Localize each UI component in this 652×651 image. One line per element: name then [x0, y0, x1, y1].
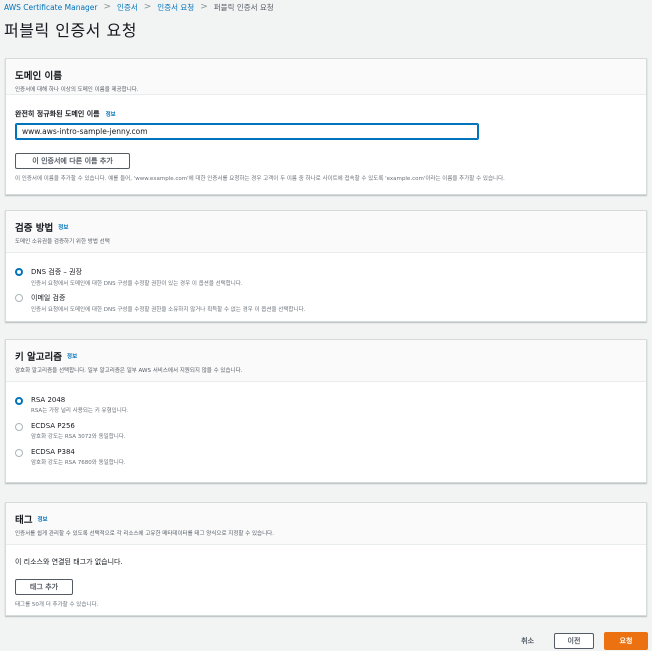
form-actions: 취소 이전 요청 — [511, 632, 648, 650]
dns-validation-radio[interactable] — [15, 268, 23, 276]
tags-title: 태그 — [15, 515, 33, 526]
ecdsa-p384-option[interactable]: ECDSA P384 암호화 강도는 RSA 7680와 동일합니다. — [15, 448, 126, 466]
ecdsa-p256-radio[interactable] — [15, 423, 23, 431]
email-validation-option[interactable]: 이메일 검증 인증서 요청에서 도메인에 대한 DNS 구성을 수정할 권한을 … — [15, 293, 305, 313]
tags-info-link[interactable]: 정보 — [37, 515, 47, 523]
breadcrumb-acm[interactable]: AWS Certificate Manager — [4, 3, 98, 12]
email-validation-desc: 인증서 요청에서 도메인에 대한 DNS 구성을 수정할 권한을 소유하지 않거… — [31, 307, 306, 313]
breadcrumb-request-certificate[interactable]: 인증서 요청 — [157, 2, 194, 13]
domain-names-header: 도메인 이름 인증서에 대해 하나 이상의 도메인 이름을 제공합니다. — [6, 59, 646, 95]
domain-names-description: 인증서에 대해 하나 이상의 도메인 이름을 제공합니다. — [15, 87, 139, 93]
cancel-button[interactable]: 취소 — [511, 636, 544, 646]
key-algorithm-info-link[interactable]: 정보 — [67, 352, 77, 360]
request-button[interactable]: 요청 — [604, 632, 648, 650]
tags-header: 태그 정보 인증서를 쉽게 관리할 수 있도록 선택적으로 각 리소스에 고유한… — [6, 503, 646, 545]
fqdn-label: 완전히 정규화된 도메인 이름 — [15, 110, 100, 118]
rsa-2048-radio[interactable] — [15, 397, 23, 405]
rsa-2048-desc: RSA는 가장 널리 사용되는 키 유형입니다. — [31, 408, 129, 414]
page-title: 퍼블릭 인증서 요청 — [4, 21, 137, 40]
breadcrumb-separator-icon: > — [103, 2, 112, 12]
tags-description: 인증서를 쉽게 관리할 수 있도록 선택적으로 각 리소스에 고유한 메타데이터… — [15, 531, 274, 537]
tags-panel: 태그 정보 인증서를 쉽게 관리할 수 있도록 선택적으로 각 리소스에 고유한… — [5, 502, 647, 616]
key-algorithm-description: 암호화 알고리즘을 선택합니다. 일부 알고리즘은 일부 AWS 서비스에서 지… — [15, 368, 243, 374]
breadcrumb-current: 퍼블릭 인증서 요청 — [213, 2, 274, 12]
validation-method-panel: 검증 방법 정보 도메인 소유권을 검증하기 위한 방법 선택 DNS 검증 –… — [5, 210, 647, 322]
validation-method-header: 검증 방법 정보 도메인 소유권을 검증하기 위한 방법 선택 — [6, 211, 646, 253]
add-another-name-button[interactable]: 이 인증서에 다른 이름 추가 — [15, 153, 130, 169]
ecdsa-p384-radio[interactable] — [15, 449, 23, 457]
add-tag-button[interactable]: 태그 추가 — [15, 579, 73, 595]
rsa-2048-label: RSA 2048 — [31, 396, 66, 404]
breadcrumb-certificates[interactable]: 인증서 — [117, 2, 138, 13]
key-algorithm-panel: 키 알고리즘 정보 암호화 알고리즘을 선택합니다. 일부 알고리즘은 일부 A… — [5, 339, 647, 483]
key-algorithm-title: 키 알고리즘 — [15, 352, 63, 363]
email-validation-label: 이메일 검증 — [31, 294, 66, 302]
dns-validation-label: DNS 검증 – 권장 — [31, 268, 83, 276]
ecdsa-p384-label: ECDSA P384 — [31, 448, 75, 456]
validation-method-description: 도메인 소유권을 검증하기 위한 방법 선택 — [15, 239, 110, 245]
domain-names-panel: 도메인 이름 인증서에 대해 하나 이상의 도메인 이름을 제공합니다. 완전히… — [5, 58, 647, 195]
ecdsa-p256-desc: 암호화 강도는 RSA 3072와 동일합니다. — [31, 434, 126, 440]
fqdn-info-link[interactable]: 정보 — [106, 110, 116, 118]
domain-names-title: 도메인 이름 — [15, 71, 63, 82]
tags-limit-hint: 태그를 50개 더 추가할 수 있습니다. — [15, 602, 99, 608]
fqdn-input[interactable] — [15, 123, 479, 140]
ecdsa-p256-label: ECDSA P256 — [31, 422, 75, 430]
rsa-2048-option[interactable]: RSA 2048 RSA는 가장 널리 사용되는 키 유형입니다. — [15, 396, 129, 414]
validation-method-title: 검증 방법 — [15, 223, 54, 234]
email-validation-radio[interactable] — [15, 294, 23, 302]
breadcrumb-separator-icon: > — [200, 2, 208, 12]
breadcrumb: AWS Certificate Manager > 인증서 > 인증서 요청 >… — [4, 0, 274, 14]
no-tags-text: 이 리소스와 연결된 태그가 없습니다. — [15, 558, 123, 566]
previous-button[interactable]: 이전 — [554, 633, 594, 649]
ecdsa-p384-desc: 암호화 강도는 RSA 7680와 동일합니다. — [31, 460, 126, 466]
dns-validation-desc: 인증서 요청에서 도메인에 대한 DNS 구성을 수정할 권한이 있는 경우 이… — [31, 281, 243, 287]
ecdsa-p256-option[interactable]: ECDSA P256 암호화 강도는 RSA 3072와 동일합니다. — [15, 422, 126, 440]
dns-validation-option[interactable]: DNS 검증 – 권장 인증서 요청에서 도메인에 대한 DNS 구성을 수정할… — [15, 267, 243, 287]
key-algorithm-header: 키 알고리즘 정보 암호화 알고리즘을 선택합니다. 일부 알고리즘은 일부 A… — [6, 340, 646, 382]
breadcrumb-separator-icon: > — [143, 2, 152, 12]
add-name-hint: 이 인증서에 이름을 추가할 수 있습니다. 예를 들어, 'www.examp… — [15, 176, 505, 182]
validation-info-link[interactable]: 정보 — [58, 223, 68, 231]
